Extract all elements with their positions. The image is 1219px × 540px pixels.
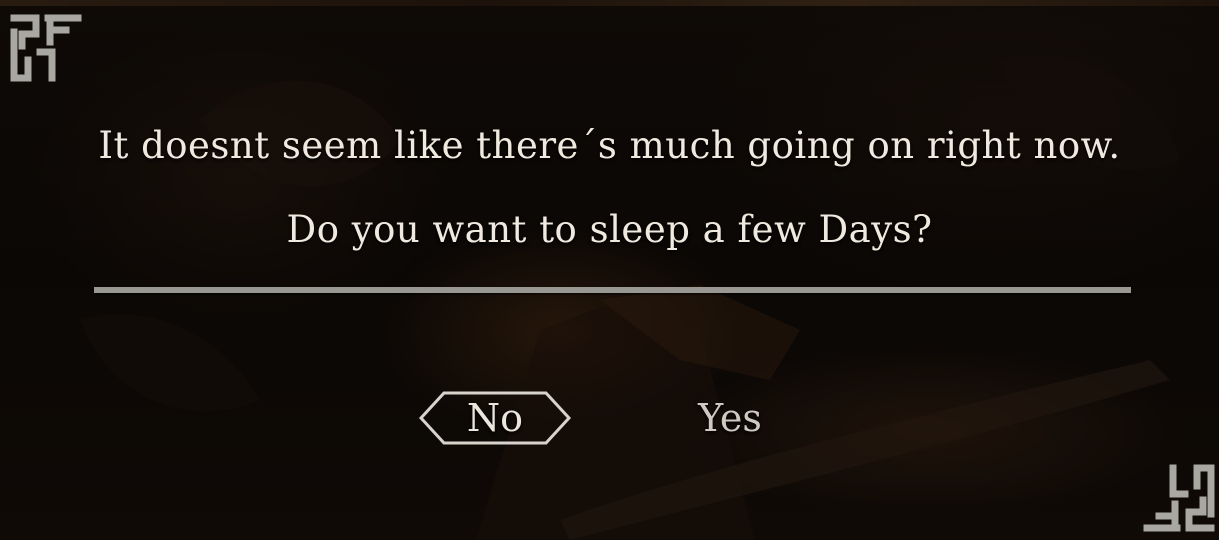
sleep-prompt-dialog: It doesnt seem like there´s much going o… [0,0,1219,540]
knotwork-ornament-icon [1143,464,1215,532]
yes-button[interactable]: Yes [680,390,780,446]
no-button[interactable]: No [418,390,572,446]
no-button-label: No [466,396,524,440]
dialog-message-line-2: Do you want to sleep a few Days? [286,208,933,251]
game-scene: It doesnt seem like there´s much going o… [0,0,1219,540]
knotwork-ornament-icon [10,14,82,82]
yes-button-label: Yes [698,396,762,440]
dialog-divider [94,287,1131,293]
dialog-message-line-1: It doesnt seem like there´s much going o… [98,124,1121,167]
